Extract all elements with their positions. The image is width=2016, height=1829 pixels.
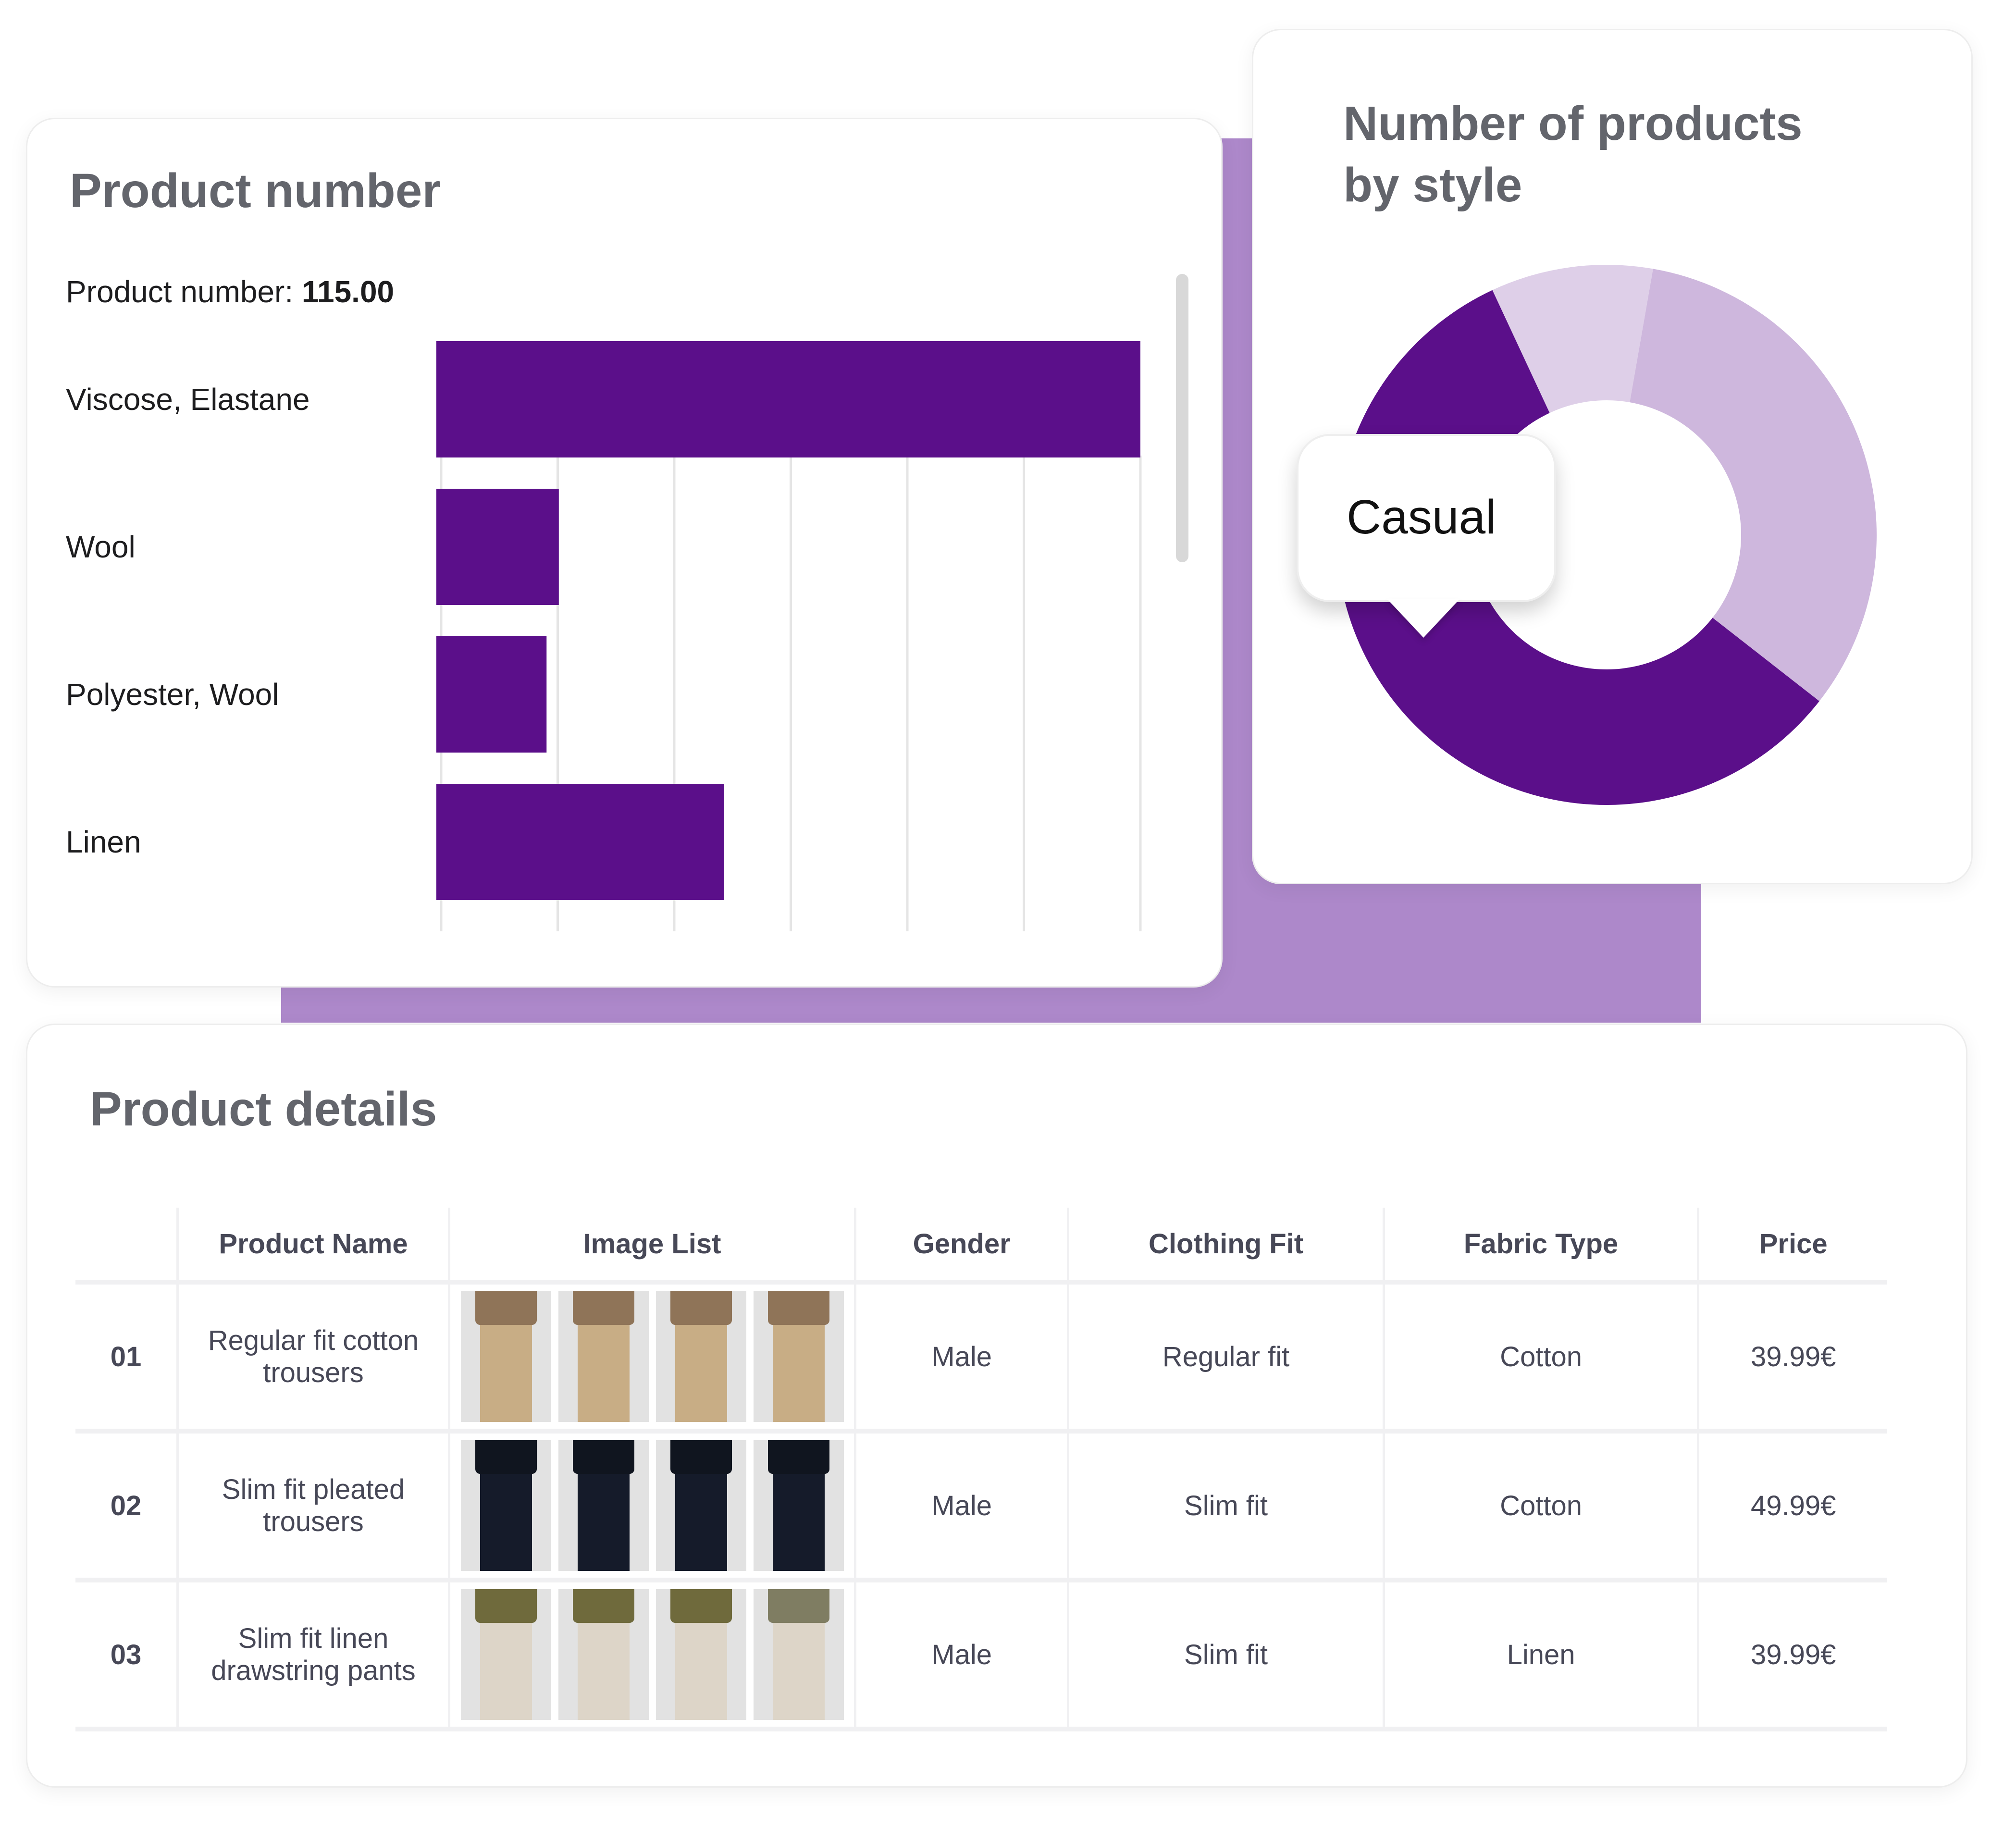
shirt-shape	[670, 1440, 732, 1474]
product-number-card: Product number Product number: 115.00 Vi…	[26, 118, 1223, 988]
image-list	[448, 1578, 855, 1731]
clothing-fit: Slim fit	[1067, 1578, 1384, 1731]
fabric-type: Linen	[1382, 1578, 1698, 1731]
bar[interactable]	[436, 784, 724, 900]
trousers-shape	[577, 1618, 630, 1720]
shirt-shape	[767, 1440, 829, 1474]
product-name: Slim fit pleated trousers	[176, 1429, 449, 1580]
shirt-shape	[475, 1291, 537, 1325]
shirt-shape	[475, 1440, 537, 1474]
clothing-fit: Slim fit	[1067, 1429, 1384, 1580]
donut-slice[interactable]	[1630, 269, 1877, 702]
product-image-thumbnail[interactable]	[753, 1440, 844, 1571]
shirt-shape	[475, 1589, 537, 1623]
product-image-thumbnail[interactable]	[753, 1589, 844, 1720]
product-image-thumbnail[interactable]	[460, 1291, 551, 1422]
product-details-card: Product details Product Name Image List …	[26, 1024, 1967, 1788]
trousers-shape	[480, 1320, 532, 1422]
category-label: Wool	[66, 530, 136, 564]
fabric-type: Cotton	[1382, 1429, 1698, 1580]
trousers-shape	[480, 1469, 532, 1571]
shirt-shape	[572, 1440, 634, 1474]
trousers-shape	[772, 1618, 825, 1720]
product-name: Regular fit cotton trousers	[176, 1280, 449, 1431]
price: 49.99€	[1697, 1429, 1887, 1580]
trousers-shape	[480, 1618, 532, 1720]
product-image-thumbnail[interactable]	[656, 1291, 746, 1422]
header-gender[interactable]: Gender	[853, 1208, 1068, 1282]
bar-chart: Viscose, Elastane Wool Polyester, Wool Line…	[66, 341, 1142, 931]
trousers-shape	[577, 1469, 630, 1571]
trousers-shape	[577, 1320, 630, 1422]
header-product-name[interactable]: Product Name	[176, 1208, 449, 1282]
header-image-list[interactable]: Image List	[448, 1208, 855, 1282]
header-clothing-fit[interactable]: Clothing Fit	[1067, 1208, 1384, 1282]
product-image-thumbnail[interactable]	[656, 1589, 746, 1720]
product-image-thumbnail[interactable]	[460, 1440, 551, 1571]
product-image-thumbnail[interactable]	[753, 1291, 844, 1422]
table-row[interactable]: 02 Slim fit pleated trousers Male Slim f…	[75, 1429, 1887, 1580]
tooltip-label: Casual	[1347, 490, 1497, 544]
row-number: 03	[75, 1578, 178, 1731]
bar[interactable]	[436, 341, 1140, 457]
category-label: Polyester, Wool	[66, 677, 279, 712]
product-image-thumbnail[interactable]	[460, 1589, 551, 1720]
tooltip-pointer	[1387, 599, 1459, 638]
header-price[interactable]: Price	[1697, 1208, 1887, 1282]
category-label: Viscose, Elastane	[66, 382, 310, 417]
product-image-thumbnail[interactable]	[656, 1440, 746, 1571]
shirt-shape	[572, 1589, 634, 1623]
product-details-table: Product Name Image List Gender Clothing …	[75, 1208, 1887, 1731]
row-number: 01	[75, 1280, 178, 1431]
fabric-type: Cotton	[1382, 1280, 1698, 1431]
trousers-shape	[772, 1320, 825, 1422]
header-index	[75, 1208, 178, 1282]
table-row[interactable]: 03 Slim fit linen drawstring pants Male …	[75, 1578, 1887, 1731]
gender: Male	[853, 1280, 1068, 1431]
trousers-shape	[772, 1469, 825, 1571]
products-by-style-card: Number of products by style Casual	[1252, 29, 1973, 884]
chart-tooltip: Casual	[1297, 434, 1556, 638]
header-fabric-type[interactable]: Fabric Type	[1382, 1208, 1698, 1282]
shirt-shape	[670, 1291, 732, 1325]
product-image-thumbnail[interactable]	[558, 1291, 649, 1422]
gender: Male	[853, 1578, 1068, 1731]
gender: Male	[853, 1429, 1068, 1580]
trousers-shape	[675, 1469, 727, 1571]
table-title: Product details	[90, 1082, 437, 1136]
image-list	[448, 1429, 855, 1580]
bar[interactable]	[436, 489, 559, 605]
product-image-thumbnail[interactable]	[558, 1589, 649, 1720]
product-image-thumbnail[interactable]	[558, 1440, 649, 1571]
price: 39.99€	[1697, 1280, 1887, 1431]
trousers-shape	[675, 1618, 727, 1720]
price: 39.99€	[1697, 1578, 1887, 1731]
shirt-shape	[670, 1589, 732, 1623]
shirt-shape	[572, 1291, 634, 1325]
category-label: Linen	[66, 825, 141, 859]
shirt-shape	[767, 1291, 829, 1325]
image-list	[448, 1280, 855, 1431]
shirt-shape	[767, 1589, 829, 1623]
row-number: 02	[75, 1429, 178, 1580]
table-row[interactable]: 01 Regular fit cotton trousers Male Regu…	[75, 1280, 1887, 1431]
clothing-fit: Regular fit	[1067, 1280, 1384, 1431]
product-name: Slim fit linen drawstring pants	[176, 1578, 449, 1731]
chart-scrollbar[interactable]	[1176, 274, 1188, 562]
bar[interactable]	[436, 636, 547, 753]
trousers-shape	[675, 1320, 727, 1422]
table-header-row: Product Name Image List Gender Clothing …	[75, 1208, 1887, 1282]
